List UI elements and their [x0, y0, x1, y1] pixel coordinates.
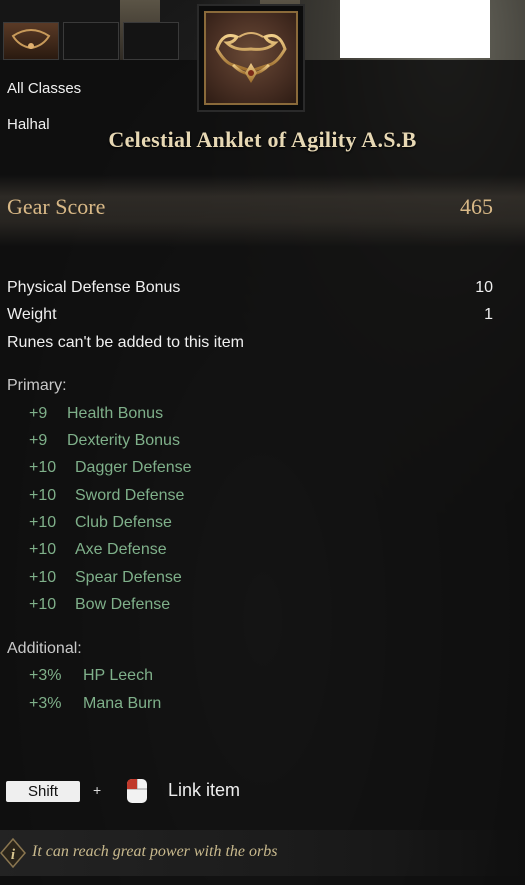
bonus-name: Club Defense — [75, 514, 172, 531]
stat-value: 1 — [484, 306, 493, 323]
bonus-value: +3% — [29, 667, 62, 684]
mouse-click-icon — [127, 779, 147, 803]
primary-bonus: +9 Health Bonus — [29, 405, 163, 423]
additional-bonus: +3% HP Leech — [29, 667, 153, 685]
info-icon: i — [0, 838, 26, 868]
item-name: Celestial Anklet of Agility A.S.B — [108, 127, 417, 152]
runes-note: Runes can't be added to this item — [7, 334, 493, 352]
primary-bonus: +10 Dagger Defense — [29, 459, 192, 477]
bonus-value: +10 — [29, 596, 57, 613]
bonus-name: Health Bonus — [67, 405, 164, 422]
bonus-name: Bow Defense — [75, 596, 171, 613]
bonus-value: +10 — [29, 569, 57, 586]
anklet-slot-icon — [11, 29, 51, 50]
stat-label: Weight — [7, 306, 57, 323]
item-icon-slot — [204, 11, 298, 105]
bonus-name: Dexterity Bonus — [67, 432, 180, 449]
redaction-box — [340, 0, 490, 58]
stat-value: 10 — [475, 279, 493, 296]
class-restriction: All Classes — [7, 80, 82, 97]
bonus-value: +9 — [29, 405, 48, 422]
bonus-value: +10 — [29, 541, 57, 558]
primary-bonus: +10 Bow Defense — [29, 596, 170, 614]
additional-bonus: +3% Mana Burn — [29, 695, 161, 713]
plus-sign: + — [93, 782, 102, 798]
equipment-slot[interactable] — [63, 22, 119, 60]
runes-note-text: Runes can't be added to this item — [7, 334, 244, 351]
equipment-slot[interactable] — [3, 22, 59, 60]
gear-score-value: 465 — [460, 194, 493, 219]
item-icon-frame — [197, 4, 305, 112]
additional-section-label: Additional: — [7, 640, 82, 657]
bonus-name: Dagger Defense — [75, 459, 192, 476]
bonus-value: +10 — [29, 459, 57, 476]
stat-label: Physical Defense Bonus — [7, 279, 181, 296]
bonus-name: Axe Defense — [75, 541, 167, 558]
stat-row: Weight 1 — [7, 306, 493, 324]
stat-row: Physical Defense Bonus 10 — [7, 279, 493, 297]
shift-key: Shift — [6, 781, 80, 802]
equipment-slot[interactable] — [123, 22, 179, 60]
primary-bonus: +10 Club Defense — [29, 514, 172, 532]
primary-bonus: +10 Spear Defense — [29, 569, 182, 587]
bonus-value: +3% — [29, 695, 62, 712]
bonus-name: Spear Defense — [75, 569, 182, 586]
link-item-label: Link item — [168, 780, 241, 800]
anklet-icon — [215, 32, 287, 83]
equipment-slot-strip — [0, 22, 180, 60]
primary-bonus: +10 Sword Defense — [29, 487, 184, 505]
primary-section-label: Primary: — [7, 377, 67, 394]
bonus-name: HP Leech — [83, 667, 153, 684]
primary-bonus: +10 Axe Defense — [29, 541, 167, 559]
gear-score-label: Gear Score — [7, 194, 106, 219]
bonus-name: Sword Defense — [75, 487, 185, 504]
bonus-name: Mana Burn — [83, 695, 162, 712]
item-tooltip: All Classes Halhal Celestial Anklet of A… — [0, 4, 525, 885]
primary-bonus: +9 Dexterity Bonus — [29, 432, 180, 450]
bonus-value: +10 — [29, 487, 57, 504]
hint-text: It can reach great power with the orbs — [32, 843, 278, 860]
bonus-value: +10 — [29, 514, 57, 531]
bonus-value: +9 — [29, 432, 48, 449]
